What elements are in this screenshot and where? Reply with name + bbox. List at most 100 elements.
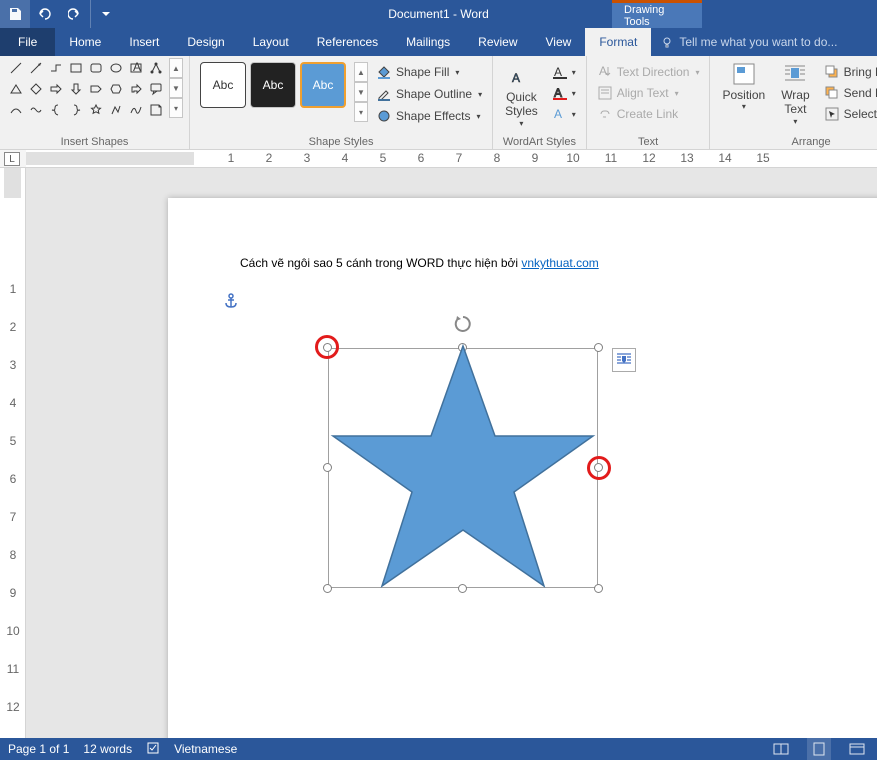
shape-star[interactable] <box>86 100 105 120</box>
svg-text:9: 9 <box>10 586 17 600</box>
gallery-expand[interactable]: ▾ <box>169 98 183 118</box>
horizontal-ruler[interactable]: 123 456 789 101112 131415 <box>26 150 877 168</box>
shape-right-brace[interactable] <box>66 100 85 120</box>
shapes-gallery[interactable]: A <box>6 58 165 120</box>
shape-outline-button[interactable]: Shape Outline▾ <box>372 84 486 104</box>
hyperlink[interactable]: vnkythuat.com <box>521 256 598 270</box>
shape-line[interactable] <box>6 58 25 78</box>
shape-textbox[interactable]: A <box>126 58 145 78</box>
shape-style-gallery[interactable]: Abc Abc Abc <box>196 58 350 112</box>
svg-text:A: A <box>512 71 520 85</box>
tab-format[interactable]: Format <box>585 28 651 56</box>
shape-freeform[interactable] <box>106 100 125 120</box>
shape-arrow-line[interactable] <box>26 58 45 78</box>
text-fill-button[interactable]: A▾ <box>548 62 580 82</box>
text-effects-button[interactable]: A▾ <box>548 104 580 124</box>
style-scroll-up[interactable]: ▲ <box>354 62 368 82</box>
tab-view[interactable]: View <box>532 28 586 56</box>
ribbon: A ▲ ▼ ▾ <box>0 56 877 150</box>
shape-effects-button[interactable]: Shape Effects▾ <box>372 106 486 126</box>
tab-references[interactable]: References <box>303 28 392 56</box>
send-backward-button[interactable]: Send Back <box>820 83 877 103</box>
document-paragraph[interactable]: Cách vẽ ngôi sao 5 cánh trong WORD thực … <box>240 254 816 272</box>
gallery-scroll-down[interactable]: ▼ <box>169 78 183 98</box>
text-fill-icon: A <box>552 64 568 80</box>
redo-button[interactable] <box>60 0 90 28</box>
selection-pane-button[interactable]: Selection <box>820 104 877 124</box>
tab-home[interactable]: Home <box>55 28 115 56</box>
shape-fill-button[interactable]: Shape Fill▾ <box>372 62 486 82</box>
letter-a-icon: A <box>506 60 536 90</box>
shape-right-arrow[interactable] <box>46 79 65 99</box>
shape-fold-corner[interactable] <box>146 100 165 120</box>
shape-oval[interactable] <box>106 58 125 78</box>
view-print-layout[interactable] <box>807 738 831 760</box>
qat-customize[interactable] <box>90 0 120 28</box>
shape-hexagon[interactable] <box>106 79 125 99</box>
shape-wave[interactable] <box>26 100 45 120</box>
text-outline-icon: A <box>552 85 568 101</box>
shape-curve[interactable] <box>6 100 25 120</box>
undo-icon <box>36 7 54 21</box>
group-label-arrange: Arrange <box>716 134 877 149</box>
group-label-wordart: WordArt Styles <box>499 134 580 149</box>
position-button[interactable]: Position▾ <box>716 58 771 114</box>
shape-triangle[interactable] <box>6 79 25 99</box>
shape-scribble[interactable] <box>126 100 145 120</box>
svg-text:7: 7 <box>10 510 17 524</box>
style-expand[interactable]: ▾ <box>354 102 368 122</box>
shape-bent-arrow[interactable] <box>126 79 145 99</box>
shape-rounded-rect[interactable] <box>86 58 105 78</box>
tab-review[interactable]: Review <box>464 28 531 56</box>
anchor-icon[interactable] <box>224 293 238 312</box>
align-text-button[interactable]: Align Text▾ <box>593 83 704 103</box>
view-web-layout[interactable] <box>845 738 869 760</box>
shape-left-brace[interactable] <box>46 100 65 120</box>
svg-text:10: 10 <box>566 151 580 165</box>
save-button[interactable] <box>0 0 30 28</box>
link-icon <box>597 106 613 122</box>
wrap-text-button[interactable]: Wrap Text▾ <box>775 58 815 128</box>
tab-mailings[interactable]: Mailings <box>392 28 464 56</box>
shape-pentagon-arrow[interactable] <box>86 79 105 99</box>
gallery-scroll-up[interactable]: ▲ <box>169 58 183 78</box>
shape-down-arrow[interactable] <box>66 79 85 99</box>
status-language[interactable]: Vietnamese <box>174 742 237 756</box>
bring-forward-button[interactable]: Bring Forw <box>820 62 877 82</box>
svg-text:11: 11 <box>7 662 20 676</box>
undo-button[interactable] <box>30 0 60 28</box>
rotation-handle[interactable] <box>453 314 473 337</box>
svg-text:5: 5 <box>10 434 17 448</box>
view-read-mode[interactable] <box>769 738 793 760</box>
status-page[interactable]: Page 1 of 1 <box>8 742 69 756</box>
tab-layout[interactable]: Layout <box>239 28 303 56</box>
tell-me-search[interactable]: Tell me what you want to do... <box>651 28 877 56</box>
tab-design[interactable]: Design <box>173 28 238 56</box>
tab-file[interactable]: File <box>0 28 55 56</box>
title-bar: Document1 - Word Drawing Tools <box>0 0 877 28</box>
shape-elbow[interactable] <box>46 58 65 78</box>
style-preset-1[interactable]: Abc <box>200 62 246 108</box>
tab-insert[interactable]: Insert <box>115 28 173 56</box>
status-proofing[interactable] <box>146 741 160 758</box>
tab-selector[interactable]: L <box>4 152 20 166</box>
shape-callout[interactable] <box>146 79 165 99</box>
position-icon <box>730 60 758 88</box>
style-preset-2[interactable]: Abc <box>250 62 296 108</box>
shape-rectangle[interactable] <box>66 58 85 78</box>
star-shape[interactable] <box>328 340 598 596</box>
status-word-count[interactable]: 12 words <box>83 742 132 756</box>
shape-diamond[interactable] <box>26 79 45 99</box>
create-link-button[interactable]: Create Link <box>593 104 704 124</box>
text-outline-button[interactable]: A▾ <box>548 83 580 103</box>
quick-styles-button[interactable]: A Quick Styles▾ <box>499 58 544 130</box>
document-page[interactable]: Cách vẽ ngôi sao 5 cánh trong WORD thực … <box>168 198 877 738</box>
vertical-ruler[interactable]: 123 456 789 101112 13 <box>0 168 26 738</box>
style-preset-3[interactable]: Abc <box>300 62 346 108</box>
print-layout-icon <box>811 742 827 756</box>
shape-edit-points[interactable] <box>146 58 165 78</box>
layout-options-button[interactable] <box>612 348 636 372</box>
svg-text:8: 8 <box>10 548 17 562</box>
text-direction-button[interactable]: AText Direction▾ <box>593 62 704 82</box>
style-scroll-down[interactable]: ▼ <box>354 82 368 102</box>
